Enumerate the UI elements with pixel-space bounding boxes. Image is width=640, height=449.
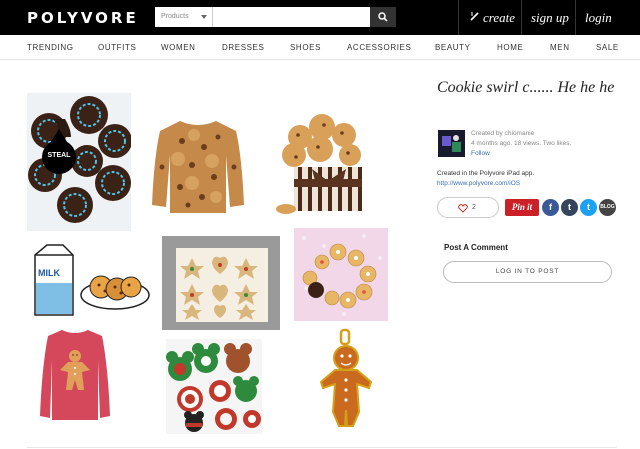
set-stats: 4 months ago. 18 views. Two likes.: [471, 140, 572, 147]
polyvore-logo[interactable]: POLYVORE: [27, 9, 139, 27]
create-link[interactable]: create: [483, 10, 515, 26]
author-line: Created by chlomanie: [471, 130, 534, 137]
svg-text:MILK: MILK: [38, 268, 60, 278]
chevron-down-icon: [201, 15, 207, 19]
blog-share-button[interactable]: BLOG: [599, 199, 616, 216]
app-link[interactable]: http://www.polyvore.com/iOS: [437, 180, 520, 187]
search-icon: [378, 12, 388, 22]
pencil-icon: [470, 12, 479, 21]
header-divider: [458, 0, 459, 35]
top-bar: POLYVORE Products create sign up login: [0, 0, 640, 35]
author-name[interactable]: chlomanie: [505, 130, 535, 137]
signup-link[interactable]: sign up: [531, 10, 569, 26]
nav-item-home[interactable]: HOME: [497, 43, 523, 52]
facebook-share-button[interactable]: f: [542, 199, 559, 216]
cookie-gift-box-image[interactable]: [276, 113, 369, 216]
pinterest-button[interactable]: Pin it: [505, 199, 539, 216]
follow-link[interactable]: Follow: [471, 150, 490, 157]
gingerbread-sweater-image[interactable]: [38, 326, 112, 422]
author-avatar[interactable]: [438, 130, 465, 157]
set-title: Cookie swirl c...... He he he: [437, 79, 615, 96]
app-note: Created in the Polyvore iPad app.: [437, 170, 535, 177]
login-link[interactable]: login: [585, 10, 612, 26]
twitter-share-button[interactable]: t: [580, 199, 597, 216]
gingerbread-charm-image[interactable]: [317, 328, 375, 431]
category-nav: TRENDING OUTFITS WOMEN DRESSES SHOES ACC…: [0, 35, 640, 60]
mickey-cookies-image[interactable]: [166, 339, 262, 434]
header-divider: [575, 0, 576, 35]
search-input[interactable]: [213, 7, 370, 27]
nav-item-men[interactable]: MEN: [550, 43, 570, 52]
like-button[interactable]: 2: [437, 197, 499, 218]
tumblr-share-button[interactable]: t: [561, 199, 578, 216]
header-divider: [521, 0, 522, 35]
like-count: 2: [472, 204, 476, 211]
cookie-sweatshirt-image[interactable]: [152, 117, 244, 217]
cookie-bracelet-image[interactable]: [294, 228, 388, 321]
category-select[interactable]: Products: [155, 7, 213, 27]
nav-item-dresses[interactable]: DRESSES: [222, 43, 264, 52]
nav-item-shoes[interactable]: SHOES: [290, 43, 321, 52]
category-select-value: Products: [161, 13, 189, 20]
login-to-post-button[interactable]: LOG IN TO POST: [443, 261, 612, 283]
heart-icon: [458, 204, 468, 213]
nav-item-women[interactable]: WOMEN: [161, 43, 196, 52]
post-comment-heading: Post A Comment: [444, 243, 508, 252]
steal-badge: STEAL: [47, 152, 71, 159]
created-by-label: Created by: [471, 130, 503, 137]
holiday-cookies-tray-image[interactable]: [162, 236, 280, 330]
divider: [27, 447, 617, 448]
snowflake-cookies-image[interactable]: STEAL: [27, 93, 131, 231]
nav-item-accessories[interactable]: ACCESSORIES: [347, 43, 411, 52]
milk-and-cookies-image[interactable]: MILK: [29, 243, 151, 320]
search-button[interactable]: [370, 7, 396, 27]
nav-item-beauty[interactable]: BEAUTY: [435, 43, 471, 52]
nav-item-trending[interactable]: TRENDING: [27, 43, 74, 52]
nav-item-sale[interactable]: SALE: [596, 43, 619, 52]
nav-item-outfits[interactable]: OUTFITS: [98, 43, 136, 52]
